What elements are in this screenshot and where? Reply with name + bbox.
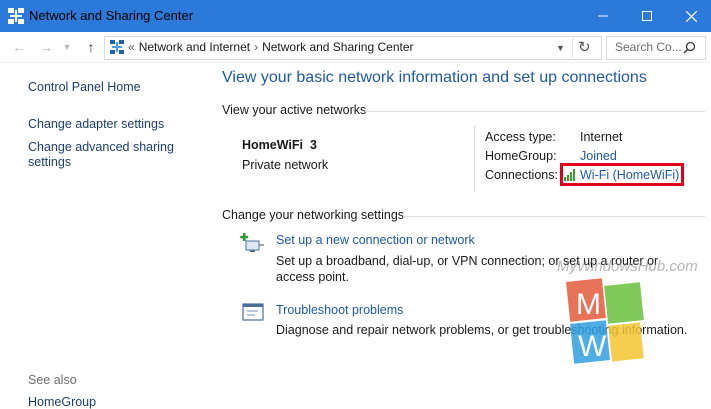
search-placeholder[interactable]: Search Co... <box>615 40 682 54</box>
close-icon <box>685 10 697 22</box>
maximize-icon <box>642 11 652 21</box>
homegroup-status-link[interactable]: Joined <box>580 149 617 163</box>
forward-button[interactable]: → <box>37 38 55 56</box>
chevron-down-icon: ▼ <box>62 42 72 52</box>
refresh-icon: ↻ <box>578 39 591 56</box>
divider <box>365 111 705 112</box>
change-adapter-settings-link[interactable]: Change adapter settings <box>28 117 164 131</box>
see-also-heading: See also <box>28 373 77 387</box>
control-panel-icon <box>110 40 124 54</box>
vertical-divider <box>474 126 475 192</box>
change-settings-heading: Change your networking settings <box>222 208 405 222</box>
chevron-down-icon: ▼ <box>556 43 565 53</box>
breadcrumb-network-and-internet[interactable]: Network and Internet <box>139 40 250 54</box>
divider <box>403 216 705 217</box>
address-divider <box>572 36 573 58</box>
arrow-right-icon: → <box>39 39 53 55</box>
highlight-box <box>560 163 684 186</box>
network-center-icon <box>8 8 24 24</box>
watermark-logo: M W <box>566 278 644 364</box>
watermark-text: MyWindowsHub.com <box>557 258 698 275</box>
close-button[interactable] <box>668 0 711 32</box>
setup-connection-link[interactable]: Set up a new connection or network <box>276 233 475 247</box>
change-advanced-sharing-link[interactable]: Change advanced sharing settings <box>28 140 188 170</box>
address-dropdown-button[interactable]: ▼ <box>556 43 565 53</box>
active-networks-heading: View your active networks <box>222 103 367 117</box>
access-type-label: Access type: <box>485 130 556 144</box>
breadcrumb-overflow[interactable]: « <box>128 40 135 54</box>
search-icon[interactable] <box>683 41 696 54</box>
up-button[interactable]: ↑ <box>82 38 100 56</box>
breadcrumb-separator[interactable]: › <box>254 40 258 54</box>
network-category: Private network <box>242 158 329 172</box>
access-type-value: Internet <box>580 130 623 144</box>
back-button[interactable]: ← <box>10 38 28 56</box>
breadcrumb: « Network and Internet › Network and Sha… <box>110 40 414 54</box>
network-name: HomeWiFi 3 <box>242 138 317 152</box>
breadcrumb-network-and-sharing-center[interactable]: Network and Sharing Center <box>262 40 413 54</box>
minimize-icon <box>598 15 608 17</box>
control-panel-home-link[interactable]: Control Panel Home <box>28 80 141 94</box>
page-title: View your basic network information and … <box>222 69 647 86</box>
maximize-button[interactable] <box>624 0 670 32</box>
troubleshoot-problems-link[interactable]: Troubleshoot problems <box>276 303 403 317</box>
arrow-left-icon: ← <box>12 39 26 55</box>
svg-text:M: M <box>576 288 601 321</box>
recent-locations-button[interactable]: ▼ <box>61 38 73 56</box>
minimize-button[interactable] <box>580 0 626 32</box>
svg-text:W: W <box>578 330 607 363</box>
arrow-up-icon: ↑ <box>87 39 95 55</box>
window-title: Network and Sharing Center <box>29 8 194 23</box>
new-connection-icon <box>240 233 264 252</box>
troubleshoot-icon <box>242 303 264 321</box>
connections-label: Connections: <box>485 168 558 182</box>
homegroup-label: HomeGroup: <box>485 149 557 163</box>
refresh-button[interactable]: ↻ <box>578 38 591 56</box>
homegroup-link[interactable]: HomeGroup <box>28 395 96 409</box>
